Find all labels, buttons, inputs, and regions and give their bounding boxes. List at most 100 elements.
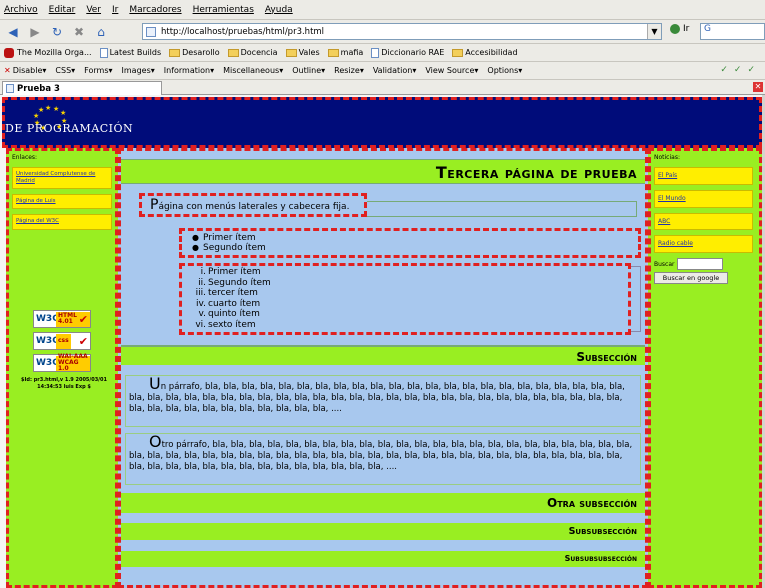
- tab-prueba-3[interactable]: Prueba 3: [2, 81, 162, 95]
- back-button[interactable]: ◀: [4, 23, 22, 41]
- page-icon: [99, 47, 108, 58]
- bookmark-mafia[interactable]: mafia: [327, 48, 363, 57]
- back-arrow-icon: ◀: [8, 24, 18, 39]
- devtool-information[interactable]: Information▾: [164, 66, 214, 75]
- search-form: Buscar: [654, 258, 759, 271]
- forward-button[interactable]: ▶: [26, 23, 44, 41]
- forward-arrow-icon: ▶: [30, 24, 40, 39]
- list-item-text: sexto ítem: [208, 319, 256, 330]
- link-el-mundo[interactable]: El Mundo: [654, 189, 753, 208]
- menu-marcadores[interactable]: Marcadores: [129, 5, 181, 15]
- devtool-validation[interactable]: Validation▾: [373, 66, 417, 75]
- home-button[interactable]: ⌂: [92, 23, 110, 41]
- list-item-text: tercer ítem: [208, 288, 258, 298]
- mozilla-icon: [4, 47, 14, 58]
- paragraph-text: n párrafo, bla, bla, bla, bla, bla, bla,…: [129, 382, 625, 414]
- list-item-text: Primer ítem: [202, 233, 256, 243]
- link-pagina-w3c[interactable]: Página del W3C: [12, 214, 112, 230]
- menu-editar[interactable]: Editar: [49, 5, 76, 15]
- devtool-css[interactable]: CSS▾: [55, 66, 75, 75]
- bookmark-label: Diccionario RAE: [381, 48, 445, 57]
- devtool-options[interactable]: Options▾: [487, 66, 522, 75]
- devtool-resize[interactable]: Resize▾: [334, 66, 364, 75]
- w3c-wai-badge[interactable]: W3C WAI-AAA WCAG 1.0: [33, 354, 91, 372]
- bookmark-latest-builds[interactable]: Latest Builds: [99, 47, 161, 58]
- devtool-disable[interactable]: ✕ Disable▾: [4, 66, 46, 75]
- devtool-view-source[interactable]: View Source▾: [425, 66, 478, 75]
- menu-ayuda[interactable]: Ayuda: [265, 5, 293, 15]
- devtool-label: Images: [121, 66, 151, 75]
- devtool-forms[interactable]: Forms▾: [84, 66, 112, 75]
- list-number: vi.: [195, 319, 206, 330]
- list-item-text: Segundo ítem: [208, 277, 271, 288]
- google-search-input[interactable]: [676, 258, 723, 271]
- left-sidebar: Enlaces: Universidad Complutense de Madr…: [6, 148, 118, 588]
- status-check-icons: ✓✓✓: [720, 65, 761, 75]
- bookmark-accesibilidad[interactable]: Accesibilidad: [452, 48, 518, 57]
- list-number: iv.: [196, 298, 206, 309]
- intro-paragraph: Página con menús laterales y cabecera fi…: [139, 193, 367, 217]
- google-search-button[interactable]: Buscar en google: [654, 272, 728, 285]
- subsubsubsection-heading: Subsubsubsección: [121, 551, 645, 567]
- list-item-text: Segundo ítem: [202, 243, 266, 253]
- folder-icon: [452, 48, 464, 57]
- bookmark-vales[interactable]: Vales: [285, 48, 320, 57]
- stop-button[interactable]: ✖: [70, 23, 88, 41]
- list-item: iii. tercer ítem: [190, 288, 628, 299]
- intro-outline: [367, 201, 637, 217]
- close-tab-icon[interactable]: ✕: [753, 82, 763, 92]
- go-icon: [670, 24, 680, 34]
- devtool-label: Outline: [292, 66, 322, 75]
- bookmarks-toolbar: The Mozilla Orga... Latest Builds Desaro…: [0, 44, 765, 62]
- paragraph-text: tro párrafo, bla, bla, bla, bla, bla, bl…: [129, 440, 633, 472]
- folder-icon: [327, 48, 339, 57]
- link-universidad-complutense[interactable]: Universidad Complutense de Madrid: [12, 167, 112, 190]
- bookmark-label: Accesibilidad: [465, 48, 518, 57]
- devtool-label: Information: [163, 66, 211, 75]
- bookmark-mozilla[interactable]: The Mozilla Orga...: [4, 47, 92, 58]
- reload-button[interactable]: ↻: [48, 23, 66, 41]
- reload-icon: ↻: [51, 24, 63, 39]
- paragraph-drop-cap: O: [149, 432, 162, 451]
- menu-ir[interactable]: Ir: [112, 5, 118, 15]
- main-content: Tercera página de prueba Página con menú…: [118, 148, 648, 588]
- devtool-label: Resize: [334, 66, 360, 75]
- home-icon: ⌂: [97, 24, 105, 39]
- bookmark-label: Docencia: [240, 48, 278, 57]
- url-dropdown-icon[interactable]: ▼: [647, 24, 661, 39]
- tab-bar: Prueba 3 ✕: [0, 80, 765, 95]
- devtool-label: Validation: [372, 66, 413, 75]
- devtool-images[interactable]: Images▾: [122, 66, 155, 75]
- bookmark-label: The Mozilla Orga...: [17, 48, 92, 57]
- intro-text: ágina con menús laterales y cabecera fij…: [158, 202, 350, 212]
- url-bar[interactable]: http://localhost/pruebas/html/pr3.html ▼: [142, 23, 662, 40]
- link-abc[interactable]: ABC: [654, 212, 753, 231]
- search-label: Buscar: [654, 260, 675, 268]
- bookmark-desarollo[interactable]: Desarollo: [169, 48, 220, 57]
- list-item-text: Primer ítem: [208, 267, 261, 277]
- bookmark-docencia[interactable]: Docencia: [227, 48, 278, 57]
- bullet-list: ● Primer ítem ● Segundo ítem: [179, 228, 641, 258]
- badge-tag: WAI-AAA WCAG 1.0: [56, 354, 90, 372]
- bookmark-diccionario[interactable]: Diccionario RAE: [371, 47, 445, 58]
- search-input[interactable]: G: [700, 23, 765, 40]
- list-item-text: quinto ítem: [208, 309, 260, 319]
- devtool-label: CSS: [55, 66, 72, 75]
- link-pagina-luis[interactable]: Página de Luis: [12, 194, 112, 210]
- w3c-html-badge[interactable]: W3C HTML 4.01 ✔: [33, 310, 91, 328]
- devtool-miscellaneous[interactable]: Miscellaneous▾: [223, 66, 283, 75]
- page-icon: [146, 27, 156, 37]
- link-el-pais[interactable]: El País: [654, 167, 753, 185]
- other-subsection-heading: Otra subsección: [121, 493, 645, 513]
- devtool-outline[interactable]: Outline▾: [292, 66, 325, 75]
- menu-ver[interactable]: Ver: [86, 5, 101, 15]
- list-number: v.: [198, 309, 207, 319]
- menu-herramientas[interactable]: Herramientas: [193, 5, 254, 15]
- w3c-css-badge[interactable]: W3C css ✔: [33, 332, 91, 350]
- menu-archivo[interactable]: Archivo: [4, 5, 38, 15]
- folder-icon: [285, 48, 297, 57]
- link-radio-cable[interactable]: Radio cable: [654, 235, 753, 254]
- menu-bar: Archivo Editar Ver Ir Marcadores Herrami…: [0, 0, 765, 20]
- go-button[interactable]: Ir: [670, 24, 689, 34]
- url-text: http://localhost/pruebas/html/pr3.html: [161, 26, 325, 37]
